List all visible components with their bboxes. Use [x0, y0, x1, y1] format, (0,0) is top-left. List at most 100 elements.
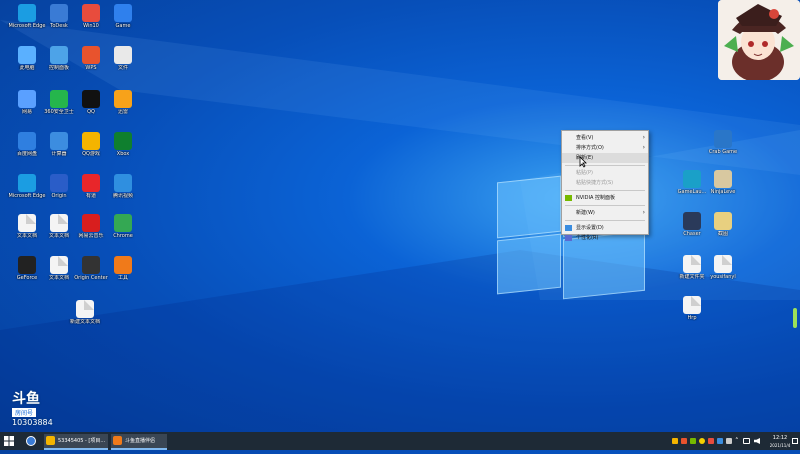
- app-icon: [714, 130, 732, 148]
- desktop-icon[interactable]: Crab Game: [702, 130, 744, 155]
- app-icon: [714, 212, 732, 230]
- app-icon: [114, 46, 132, 64]
- desktop-icon[interactable]: 迅雷: [102, 90, 144, 115]
- menu-separator: [565, 205, 645, 206]
- taskbar-app-2-label: 斗鱼直播伴侣: [125, 438, 156, 444]
- chevron-right-icon: ›: [642, 209, 645, 216]
- scroll-indicator: [793, 308, 797, 328]
- clock-time: 12:12: [772, 435, 788, 441]
- app-icon: [50, 4, 68, 22]
- app-icon: [82, 90, 100, 108]
- douyu-watermark: 斗鱼 房间号 10303884: [12, 391, 53, 427]
- app-icon: [18, 214, 36, 232]
- app-icon: [82, 214, 100, 232]
- app-icon: [18, 174, 36, 192]
- app-icon: [76, 300, 94, 318]
- menu-item-refresh[interactable]: 刷新(E): [562, 153, 648, 163]
- desktop-icon[interactable]: 腾讯视频: [102, 174, 144, 199]
- menu-item-new[interactable]: 新建(W) ›: [562, 208, 648, 218]
- app-icon: [50, 256, 68, 274]
- app-icon: [50, 132, 68, 150]
- app-icon: [683, 296, 701, 314]
- app-icon: [683, 255, 701, 273]
- desktop-icon[interactable]: Chrome: [102, 214, 144, 239]
- desktop-icon[interactable]: 文件: [102, 46, 144, 71]
- desktop-icon[interactable]: Game: [102, 4, 144, 29]
- start-button[interactable]: [4, 432, 16, 450]
- app-icon: [18, 4, 36, 22]
- menu-separator: [565, 190, 645, 191]
- streamer-avatar-overlay: [718, 0, 800, 80]
- desktop-icon-label: 工具: [117, 275, 128, 281]
- tray-app-icon[interactable]: [699, 438, 705, 444]
- tray-app-icon[interactable]: [708, 438, 714, 444]
- app-icon: [714, 170, 732, 188]
- app-icon: [46, 436, 55, 445]
- taskbar-app-1[interactable]: 53345405 - [项目...: [44, 434, 108, 450]
- taskbar: 53345405 - [项目... 斗鱼直播伴侣 ˄ 12:12 2021/11…: [0, 432, 800, 450]
- app-icon: [18, 46, 36, 64]
- tray-app-icon[interactable]: [672, 438, 678, 444]
- app-circle-icon: [26, 436, 36, 446]
- desktop-icon[interactable]: 工具: [102, 256, 144, 281]
- desktop-icon-label: 截图: [717, 231, 728, 237]
- desktop-icon-label: Xbox: [116, 151, 130, 157]
- desktop-icon-label: Hrp: [687, 315, 697, 321]
- taskbar-app-1-label: 53345405 - [项目...: [58, 438, 106, 444]
- app-icon: [714, 255, 732, 273]
- network-icon[interactable]: [743, 438, 750, 444]
- desktop-icon[interactable]: NinjaLeve: [702, 170, 744, 195]
- menu-separator: [565, 220, 645, 221]
- menu-item-view[interactable]: 查看(V) ›: [562, 133, 648, 143]
- clock[interactable]: 12:12 2021/11/4: [768, 435, 792, 449]
- menu-separator: [565, 165, 645, 166]
- app-icon: [18, 132, 36, 150]
- douyu-icon: [113, 436, 122, 445]
- desktop-icon-label: 迅雷: [117, 109, 128, 115]
- tray-app-icon[interactable]: [726, 438, 732, 444]
- app-icon: [114, 174, 132, 192]
- desktop-icon-label: Crab Game: [708, 149, 738, 155]
- desktop-icon[interactable]: Hrp: [671, 296, 713, 321]
- windows-start-icon: [4, 436, 14, 446]
- desktop-icon[interactable]: 新建文本文档: [64, 300, 106, 325]
- nvidia-tray-icon[interactable]: [690, 438, 696, 444]
- clock-date: 2021/11/4: [769, 443, 791, 448]
- desktop-icon[interactable]: 截图: [702, 212, 744, 237]
- tray-app-icon[interactable]: [681, 438, 687, 444]
- desktop-icon-label: 新建文本文档: [69, 319, 100, 325]
- app-icon: [18, 256, 36, 274]
- app-icon: [50, 214, 68, 232]
- volume-icon[interactable]: [754, 438, 760, 444]
- taskbar-app-2[interactable]: 斗鱼直播伴侣: [111, 434, 167, 450]
- notification-icon[interactable]: [792, 432, 798, 450]
- app-icon: [114, 132, 132, 150]
- tray-app-icon[interactable]: [717, 438, 723, 444]
- taskbar-pinned-app[interactable]: [26, 432, 38, 450]
- menu-item-nvidia-control-panel[interactable]: NVIDIA 控制面板: [562, 193, 648, 203]
- desktop-icon-label: 腾讯视频: [112, 193, 133, 199]
- desktop-icon-label: Game: [115, 23, 131, 29]
- app-icon: [50, 90, 68, 108]
- app-icon: [50, 46, 68, 64]
- desktop-icon-label: 文件: [117, 65, 128, 71]
- nvidia-icon: [565, 195, 572, 201]
- desktop-icon[interactable]: yousifanyl: [702, 255, 744, 280]
- app-icon: [50, 174, 68, 192]
- menu-item-sort-by[interactable]: 排序方式(O) ›: [562, 143, 648, 153]
- app-icon: [82, 174, 100, 192]
- menu-item-personalize[interactable]: 个性化(R): [562, 233, 648, 243]
- app-icon: [82, 46, 100, 64]
- app-icon: [114, 4, 132, 22]
- mouse-cursor-icon: [579, 156, 587, 168]
- app-icon: [114, 90, 132, 108]
- menu-item-paste-shortcut: 粘贴快捷方式(S): [576, 180, 614, 186]
- desktop-icon[interactable]: Xbox: [102, 132, 144, 157]
- menu-item-display-settings[interactable]: 显示设置(D): [562, 223, 648, 233]
- chevron-up-icon[interactable]: ˄: [735, 435, 739, 447]
- app-icon: [82, 4, 100, 22]
- display-icon: [565, 225, 572, 231]
- chevron-right-icon: ›: [642, 134, 645, 141]
- system-tray: ˄: [672, 432, 768, 450]
- desktop-icon-label: NinjaLeve: [710, 189, 736, 195]
